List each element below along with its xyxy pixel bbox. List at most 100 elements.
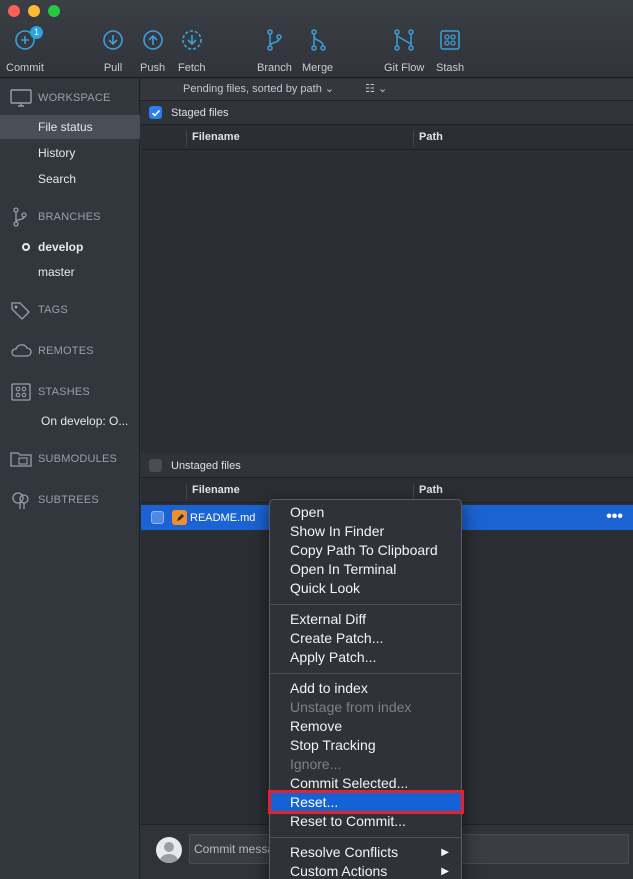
commit-count-badge: 1 [30, 26, 43, 39]
menu-item-custom-actions[interactable]: Custom Actions ▶ [270, 862, 461, 879]
folder-icon [10, 452, 32, 467]
menu-item-show-in-finder[interactable]: Show In Finder [270, 522, 461, 541]
menu-item-copy-path[interactable]: Copy Path To Clipboard [270, 541, 461, 560]
minimize-window-button[interactable] [28, 5, 40, 17]
sidebar-item-branch-master[interactable]: master [0, 260, 140, 284]
submodules-section-header[interactable]: SUBMODULES [10, 448, 117, 470]
tags-section-header[interactable]: TAGS [10, 299, 68, 321]
remotes-section-title: REMOTES [38, 345, 94, 357]
view-mode-dropdown[interactable]: ☷ ⌄ [365, 82, 387, 95]
push-label: Push [140, 62, 166, 74]
menu-item-open[interactable]: Open [270, 503, 461, 522]
push-button[interactable]: Push [140, 28, 165, 74]
push-icon [142, 30, 163, 50]
sidebar: WORKSPACE File status History Search BRA… [0, 79, 140, 879]
branch-name: develop [38, 240, 84, 254]
subtrees-section-title: SUBTREES [38, 494, 99, 506]
branch-button[interactable]: Branch [257, 28, 292, 74]
menu-separator [270, 673, 461, 674]
git-flow-label: Git Flow [384, 62, 425, 74]
merge-label: Merge [302, 62, 334, 74]
menu-item-resolve-conflicts[interactable]: Resolve Conflicts ▶ [270, 843, 461, 862]
file-checkbox[interactable] [151, 511, 164, 524]
menu-item-ignore: Ignore... [290, 756, 342, 772]
menu-item-stop-tracking[interactable]: Stop Tracking [270, 736, 461, 755]
staged-files-header: Staged files [141, 101, 633, 125]
context-menu: Open Show In Finder Copy Path To Clipboa… [269, 499, 462, 879]
sort-dropdown-label: Pending files, sorted by path [183, 83, 322, 95]
menu-item-add-to-index[interactable]: Add to index [270, 679, 461, 698]
pull-label: Pull [103, 62, 123, 74]
filename-column-header[interactable]: Filename [186, 131, 240, 146]
menu-item-remove[interactable]: Remove [270, 717, 461, 736]
path-column-header[interactable]: Path [413, 131, 443, 146]
close-window-button[interactable] [8, 5, 20, 17]
menu-item-external-diff[interactable]: External Diff [270, 610, 461, 629]
subtrees-section-header[interactable]: SUBTREES [10, 489, 99, 511]
unstaged-select-all-checkbox[interactable] [149, 459, 162, 472]
menu-item-label: Resolve Conflicts [290, 844, 399, 860]
stash-icon [440, 30, 460, 50]
sidebar-item-branch-develop[interactable]: develop [0, 235, 140, 259]
stashes-section-header[interactable]: STASHES [10, 381, 90, 403]
tags-section-title: TAGS [38, 304, 68, 316]
sidebar-item-history[interactable]: History [0, 141, 140, 165]
fetch-label: Fetch [178, 62, 206, 74]
menu-item-reset-to-commit[interactable]: Reset to Commit... [270, 812, 461, 831]
workspace-section-header[interactable]: WORKSPACE [10, 87, 111, 109]
menu-item-create-patch[interactable]: Create Patch... [270, 629, 461, 648]
submenu-arrow-icon: ▶ [441, 847, 449, 858]
menu-item-label: Custom Actions [290, 863, 388, 879]
file-name: README.md [190, 511, 256, 524]
sidebar-item-stash[interactable]: On develop: O... [0, 409, 140, 433]
menu-item-quick-look[interactable]: Quick Look [270, 579, 461, 598]
menu-separator [270, 604, 461, 605]
chevron-down-icon: ⌄ [324, 83, 335, 95]
zoom-window-button[interactable] [48, 5, 60, 17]
pull-icon [103, 30, 123, 50]
merge-icon [310, 29, 326, 51]
toolbar: Commit 1 Pull Push Fetch Branch Merge Gi… [0, 0, 633, 78]
stash-label: Stash [436, 62, 465, 74]
stashes-section-title: STASHES [38, 386, 90, 398]
monitor-icon [10, 89, 32, 107]
current-branch-icon [22, 243, 30, 251]
git-flow-icon [394, 29, 414, 51]
tag-icon [11, 302, 30, 320]
pencil-icon [172, 510, 187, 525]
sidebar-item-search[interactable]: Search [0, 167, 140, 191]
pull-button[interactable]: Pull [101, 28, 125, 74]
sidebar-item-file-status[interactable]: File status [0, 115, 140, 139]
more-options-icon[interactable]: ••• [606, 508, 623, 526]
fetch-button[interactable]: Fetch [178, 28, 206, 74]
git-flow-button[interactable]: Git Flow [384, 28, 424, 74]
branch-label: Branch [257, 62, 292, 74]
cloud-icon [11, 344, 32, 357]
branches-section-header[interactable]: BRANCHES [10, 206, 101, 228]
staged-files-title: Staged files [171, 106, 229, 119]
staged-select-all-checkbox[interactable] [149, 106, 162, 119]
unstaged-files-header: Unstaged files [141, 454, 633, 478]
path-column-header[interactable]: Path [413, 484, 443, 499]
stash-icon [11, 383, 31, 401]
branch-icon [13, 207, 27, 227]
menu-item-open-in-terminal[interactable]: Open In Terminal [270, 560, 461, 579]
unstaged-files-title: Unstaged files [171, 459, 241, 472]
subtree-icon [12, 492, 29, 509]
commit-label: Commit [6, 62, 44, 74]
merge-button[interactable]: Merge [302, 28, 333, 74]
menu-item-apply-patch[interactable]: Apply Patch... [270, 648, 461, 667]
submodules-section-title: SUBMODULES [38, 453, 118, 465]
filename-column-header[interactable]: Filename [186, 484, 240, 499]
menu-separator [270, 837, 461, 838]
fetch-icon [181, 30, 202, 50]
submenu-arrow-icon: ▶ [441, 866, 449, 877]
remotes-section-header[interactable]: REMOTES [10, 340, 94, 362]
list-view-icon: ☷ [365, 83, 375, 95]
avatar [156, 837, 182, 863]
file-status-subbar: Pending files, sorted by path ⌄ ☷ ⌄ [141, 79, 633, 101]
highlight-annotation-box [268, 790, 464, 814]
branches-section-title: BRANCHES [38, 211, 101, 223]
stash-button[interactable]: Stash [436, 28, 464, 74]
sort-dropdown[interactable]: Pending files, sorted by path ⌄ [183, 82, 334, 95]
